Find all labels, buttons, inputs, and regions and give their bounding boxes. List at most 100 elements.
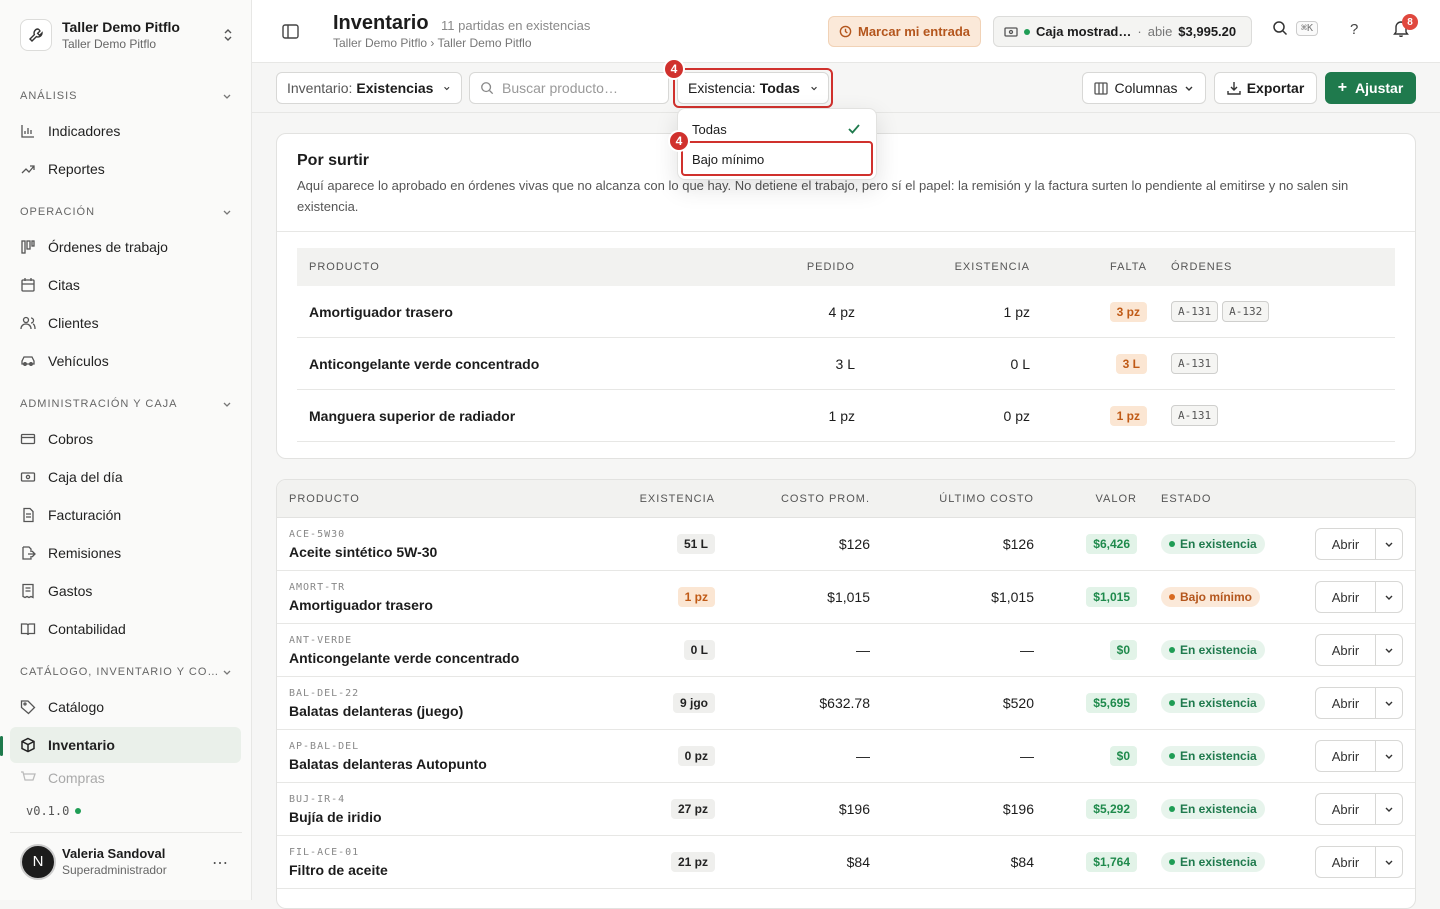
table-row[interactable]: BUJ-IR-4 Bujía de iridio 27 pz $196 $196 $5,2… xyxy=(277,783,1415,836)
sidebar-item-compras[interactable]: Compras xyxy=(10,765,241,791)
option-todas[interactable]: Todas xyxy=(682,115,874,143)
sidebar-item-indicadores[interactable]: Indicadores xyxy=(10,113,241,149)
sidebar-item-gastos[interactable]: Gastos xyxy=(10,573,241,609)
table-header: PRODUCTO EXISTENCIA COSTO PROM. ÚLTIMO C… xyxy=(277,480,1415,518)
open-button[interactable]: Abrir xyxy=(1316,582,1376,612)
adjust-button[interactable]: + Ajustar xyxy=(1325,72,1416,104)
sidebar-item-caja[interactable]: Caja del día xyxy=(10,459,241,495)
row-menu-button[interactable] xyxy=(1376,529,1402,559)
open-button[interactable]: Abrir xyxy=(1316,688,1376,718)
table-row[interactable]: Amortiguador trasero 4 pz 1 pz 3 pz A-131 A-1… xyxy=(297,286,1395,338)
mark-entry-button[interactable]: Marcar mi entrada xyxy=(828,16,981,47)
inventory-view-select[interactable]: Inventario: Existencias xyxy=(276,72,462,104)
sidebar-item-contabilidad[interactable]: Contabilidad xyxy=(10,611,241,647)
status-badge: En existencia xyxy=(1161,799,1265,819)
chevron-down-icon xyxy=(1385,542,1393,547)
row-menu-button[interactable] xyxy=(1376,794,1402,824)
row-actions: Abrir xyxy=(1315,634,1403,666)
check-icon xyxy=(848,124,860,134)
open-button[interactable]: Abrir xyxy=(1316,794,1376,824)
open-button[interactable]: Abrir xyxy=(1316,741,1376,771)
product-sku: BUJ-IR-4 xyxy=(289,793,346,805)
row-menu-button[interactable] xyxy=(1376,741,1402,771)
search-button[interactable]: ⌘K xyxy=(1272,20,1319,36)
cash-icon xyxy=(1004,26,1018,37)
open-button[interactable]: Abrir xyxy=(1316,847,1376,877)
table-row[interactable]: BAL-DEL-22 Balatas delanteras (juego) 9 jg… xyxy=(277,677,1415,730)
order-chip[interactable]: A-131 xyxy=(1171,405,1219,426)
chevron-down-icon xyxy=(444,86,450,91)
section-operacion[interactable]: OPERACIÓN xyxy=(20,206,232,218)
product-sku: FIL-ACE-01 xyxy=(289,846,360,858)
value-badge: $0 xyxy=(1109,746,1137,766)
chevron-down-icon xyxy=(1385,860,1393,865)
avg-cost: — xyxy=(856,748,870,764)
sidebar-item-cobros[interactable]: Cobros xyxy=(10,421,241,457)
value-badge: $1,764 xyxy=(1086,852,1137,872)
status-dot xyxy=(75,808,82,814)
table-row[interactable]: ACE-5W30 Aceite sintético 5W-30 51 L $126 $1… xyxy=(277,518,1415,571)
user-role: Superadministrador xyxy=(62,863,167,877)
sidebar-item-inventario[interactable]: Inventario xyxy=(10,727,241,763)
avg-cost: $196 xyxy=(838,801,870,817)
row-menu-button[interactable] xyxy=(1376,635,1402,665)
cash-register-status[interactable]: Caja mostrad… · abie $3,995.20 xyxy=(993,16,1252,47)
sidebar-item-catalogo[interactable]: Catálogo xyxy=(10,689,241,725)
table-row[interactable]: FIL-ACE-01 Filtro de aceite 21 pz $84 $84 $1,… xyxy=(277,836,1415,889)
ordered-qty: 1 pz xyxy=(828,407,855,424)
stock-badge: 0 L xyxy=(683,640,715,660)
bar-chart-icon xyxy=(21,125,34,138)
table-row[interactable]: ANT-VERDE Anticongelante verde concentrad… xyxy=(277,624,1415,677)
sidebar-item-clientes[interactable]: Clientes xyxy=(10,305,241,341)
table-row[interactable]: AMORT-TR Amortiguador trasero 1 pz $1,015 $1… xyxy=(277,571,1415,624)
breadcrumb[interactable]: Taller Demo Pitflo › Taller Demo Pitflo xyxy=(333,36,532,50)
more-icon[interactable]: ⋯ xyxy=(212,853,228,873)
order-chip[interactable]: A-132 xyxy=(1222,301,1270,322)
export-button[interactable]: Exportar xyxy=(1214,72,1317,104)
sidebar-toggle-icon[interactable] xyxy=(282,24,299,39)
sidebar-item-vehiculos[interactable]: Vehículos xyxy=(10,343,241,379)
product-sku: ACE-5W30 xyxy=(289,528,346,540)
status-dot xyxy=(1169,700,1175,706)
sidebar-item-remisiones[interactable]: Remisiones xyxy=(10,535,241,571)
open-button[interactable]: Abrir xyxy=(1316,529,1376,559)
product-name: Anticongelante verde concentrado xyxy=(309,355,540,372)
divider xyxy=(277,231,1415,232)
kanban-icon xyxy=(21,240,35,254)
table-row[interactable]: Anticongelante verde concentrado 3 L 0 L 3 … xyxy=(297,338,1395,390)
caja-amount: $3,995.20 xyxy=(1178,24,1237,39)
row-menu-button[interactable] xyxy=(1376,688,1402,718)
search-icon xyxy=(481,82,494,95)
row-menu-button[interactable] xyxy=(1376,582,1402,612)
sidebar-item-citas[interactable]: Citas xyxy=(10,267,241,303)
open-button[interactable]: Abrir xyxy=(1316,635,1376,665)
table-header: PRODUCTO PEDIDO EXISTENCIA FALTA ÓRDENES xyxy=(297,248,1395,286)
sidebar-item-ordenes[interactable]: Órdenes de trabajo xyxy=(10,229,241,265)
section-analisis[interactable]: ANÁLISIS xyxy=(20,90,232,102)
chevron-updown-icon xyxy=(224,29,232,41)
row-menu-button[interactable] xyxy=(1376,847,1402,877)
stock-qty: 0 pz xyxy=(1003,407,1030,424)
value-badge: $6,426 xyxy=(1086,534,1137,554)
table-row[interactable]: Manguera superior de radiador 1 pz 0 pz 1 p… xyxy=(297,390,1395,442)
search-input[interactable]: Buscar producto… xyxy=(469,72,669,104)
stock-badge: 0 pz xyxy=(677,746,715,766)
sidebar-item-facturacion[interactable]: Facturación xyxy=(10,497,241,533)
workspace-name: Taller Demo Pitflo xyxy=(62,19,180,35)
row-actions: Abrir xyxy=(1315,581,1403,613)
file-text-icon xyxy=(23,507,34,523)
section-catalogo[interactable]: CATÁLOGO, INVENTARIO Y CO… xyxy=(20,666,232,678)
help-button[interactable]: ? xyxy=(1350,21,1358,38)
product-name: Balatas delanteras Autopunto xyxy=(289,755,487,772)
section-administracion[interactable]: ADMINISTRACIÓN Y CAJA xyxy=(20,398,232,410)
order-chip[interactable]: A-131 xyxy=(1171,353,1219,374)
last-cost: — xyxy=(1020,748,1034,764)
order-chip[interactable]: A-131 xyxy=(1171,301,1219,322)
sidebar-item-reportes[interactable]: Reportes xyxy=(10,151,241,187)
user-menu[interactable]: N Valeria Sandoval Superadministrador ⋯ xyxy=(10,832,242,890)
columns-button[interactable]: Columnas xyxy=(1082,72,1206,104)
tag-icon xyxy=(20,700,36,715)
workspace-switcher[interactable]: Taller Demo Pitflo Taller Demo Pitflo xyxy=(10,10,242,60)
table-row[interactable]: AP-BAL-DEL Balatas delanteras Autopunto 0 … xyxy=(277,730,1415,783)
status-dot xyxy=(1169,594,1175,600)
